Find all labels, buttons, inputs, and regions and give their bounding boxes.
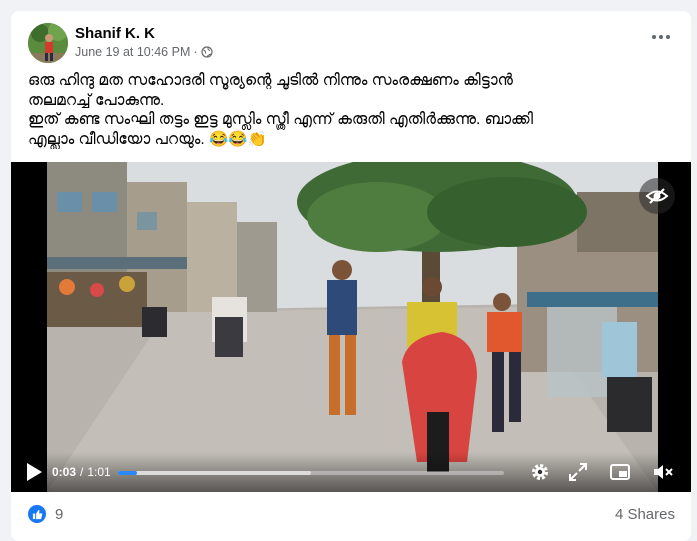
post-text-line: ഇത് കണ്ട സംഘി തട്ടം ഇട്ട മുസ്ലിം സ്ത്രീ … [28, 111, 533, 128]
like-reaction-icon [28, 505, 46, 523]
meta-separator: · [193, 45, 198, 59]
played-fill [118, 471, 138, 475]
video-player[interactable]: 0:03 / 1:01 [11, 162, 691, 492]
eye-off-icon [645, 188, 669, 204]
buffer-fill [118, 471, 311, 475]
shares-count[interactable]: 4 Shares [615, 506, 675, 523]
post-text-line: തലമറച്ച് പോകുന്നു. [28, 91, 165, 109]
seek-bar[interactable] [118, 471, 504, 475]
play-icon[interactable] [25, 462, 43, 482]
post-meta: June 19 at 10:46 PM · [75, 45, 213, 59]
globe-icon[interactable] [200, 46, 213, 58]
post-text: ഒരു ഹിന്ദു മത സഹോദരി സൂര്യന്റെ ചൂടിൽ നിന… [28, 71, 678, 149]
reactions-summary[interactable]: 9 [28, 505, 63, 523]
more-options-button[interactable] [647, 25, 675, 49]
author-name[interactable]: Shanif K. K [75, 25, 155, 42]
reaction-count: 9 [55, 505, 64, 523]
mute-icon[interactable] [651, 460, 675, 484]
current-time: 0:03 [52, 465, 77, 479]
more-dot-icon [666, 35, 670, 39]
author-avatar[interactable] [28, 23, 68, 63]
post-text-line: ഒരു ഹിന്ദു മത സഹോദരി സൂര്യന്റെ ചൂടിൽ നിന… [28, 72, 513, 89]
video-duration: 1:01 [87, 465, 111, 479]
video-frame [47, 162, 658, 492]
post-text-line: എല്ലാം വീഡിയോ പറയും. 😂😂👏 [28, 130, 267, 148]
time-separator: / [80, 465, 84, 479]
settings-gear-icon[interactable] [528, 460, 552, 484]
more-dot-icon [652, 35, 656, 39]
captions-toggle-button[interactable] [639, 178, 675, 214]
video-time: 0:03 / 1:01 [52, 465, 111, 479]
fullscreen-icon[interactable] [566, 460, 590, 484]
post-card: Shanif K. K June 19 at 10:46 PM · ഒരു ഹി… [11, 11, 691, 541]
video-controls: 0:03 / 1:01 [11, 452, 691, 492]
picture-in-picture-icon[interactable] [608, 460, 632, 484]
more-dot-icon [659, 35, 663, 39]
post-timestamp[interactable]: June 19 at 10:46 PM [75, 45, 190, 59]
